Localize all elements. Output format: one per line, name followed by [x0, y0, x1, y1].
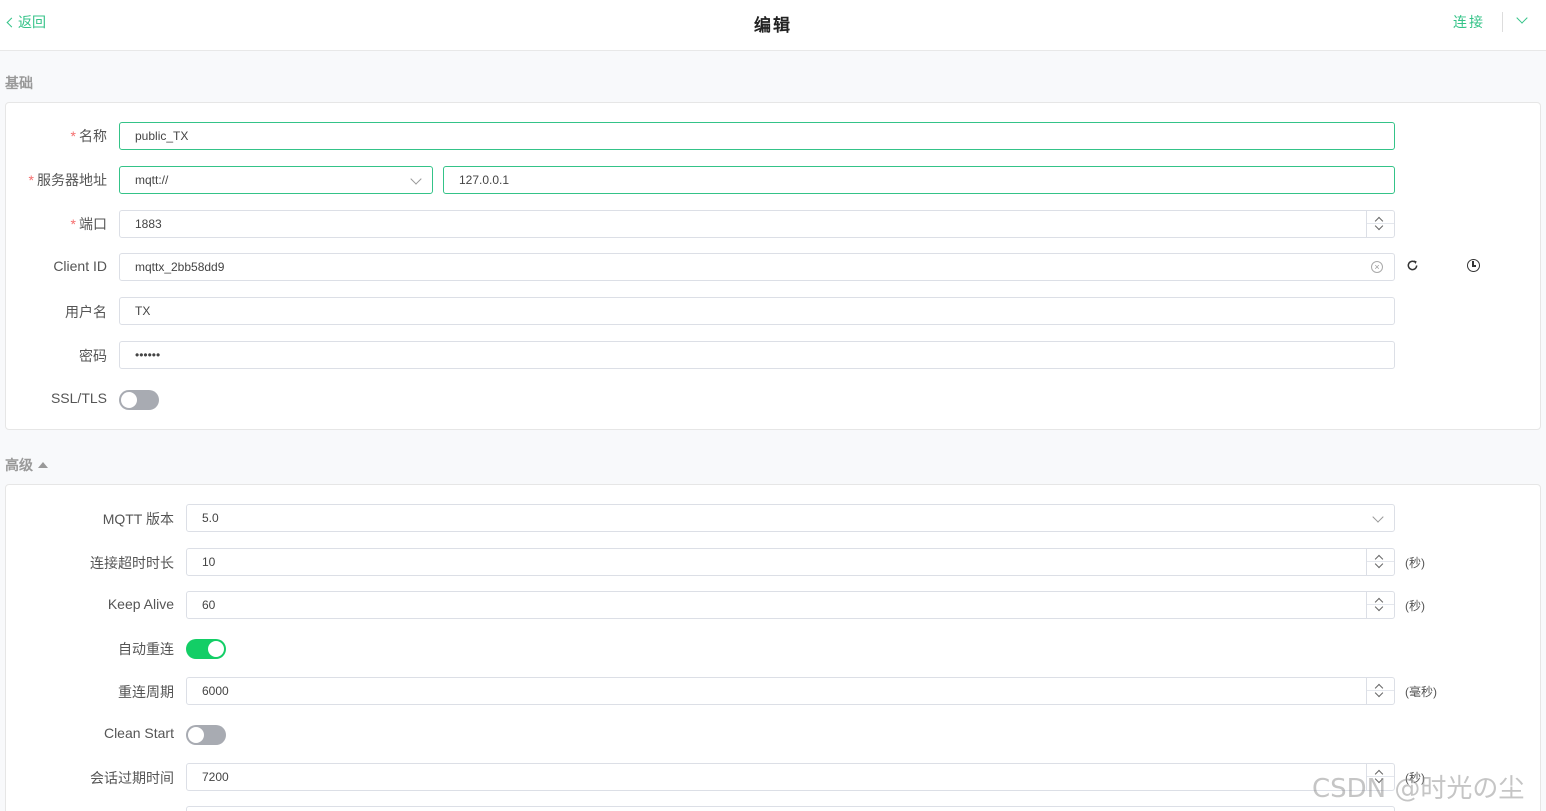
- password-input[interactable]: ••••••: [119, 341, 1395, 369]
- connect-timeout-label: 连接超时时长: [90, 555, 174, 571]
- session-expiry-value: 7200: [202, 770, 229, 784]
- mqtt-version-label: MQTT 版本: [102, 511, 174, 527]
- reconnect-period-unit: (毫秒): [1405, 685, 1437, 699]
- required-mark: *: [70, 216, 76, 232]
- mqtt-version-value: 5.0: [202, 511, 219, 525]
- chevron-down-icon: [410, 173, 422, 185]
- auto-reconnect-label: 自动重连: [118, 641, 174, 657]
- keep-alive-stepper[interactable]: [1366, 592, 1394, 618]
- reconnect-period-stepper[interactable]: [1366, 678, 1394, 704]
- port-stepper[interactable]: [1366, 211, 1394, 237]
- connect-timeout-value: 10: [202, 555, 216, 569]
- section-title-basic: 基础: [5, 75, 33, 91]
- port-input[interactable]: 1883: [119, 210, 1395, 238]
- connect-button[interactable]: 连接: [1453, 12, 1485, 32]
- name-input[interactable]: public_TX: [119, 122, 1395, 150]
- client-id-input[interactable]: mqttx_2bb58dd9 ×: [119, 253, 1395, 281]
- auto-reconnect-toggle[interactable]: [186, 639, 226, 659]
- clock-icon[interactable]: [1467, 259, 1480, 272]
- connect-timeout-input[interactable]: 10: [186, 548, 1395, 576]
- required-mark: *: [70, 128, 76, 144]
- toggle-knob: [208, 641, 224, 657]
- username-label: 用户名: [65, 304, 107, 320]
- page-title: 编辑: [754, 16, 792, 35]
- collapse-arrow-icon[interactable]: [38, 462, 48, 468]
- port-value: 1883: [135, 217, 162, 231]
- keep-alive-value: 60: [202, 598, 216, 612]
- chevron-down-icon: [1372, 511, 1384, 523]
- keep-alive-label: Keep Alive: [107, 596, 174, 612]
- connect-timeout-stepper[interactable]: [1366, 549, 1394, 575]
- reconnect-period-input[interactable]: 6000: [186, 677, 1395, 705]
- protocol-value: mqtt://: [135, 173, 169, 187]
- port-label: * 端口: [70, 216, 107, 232]
- clean-start-toggle[interactable]: [186, 725, 226, 745]
- password-label: 密码: [79, 348, 107, 364]
- name-label: * 名称: [70, 128, 107, 144]
- host-input[interactable]: 127.0.0.1: [443, 166, 1395, 194]
- ssl-label: SSL/TLS: [50, 390, 107, 406]
- advanced-card: [5, 484, 1541, 811]
- toggle-knob: [121, 392, 137, 408]
- keep-alive-unit: (秒): [1405, 599, 1425, 613]
- reconnect-period-value: 6000: [202, 684, 229, 698]
- reconnect-period-label: 重连周期: [118, 684, 174, 700]
- client-id-label: Client ID: [53, 258, 107, 274]
- protocol-select[interactable]: mqtt://: [119, 166, 433, 194]
- next-field-input[interactable]: [186, 806, 1395, 811]
- refresh-icon[interactable]: [1406, 259, 1419, 272]
- server-label: * 服务器地址: [28, 172, 107, 188]
- toggle-knob: [188, 727, 204, 743]
- required-mark: *: [28, 172, 34, 188]
- username-input[interactable]: TX: [119, 297, 1395, 325]
- divider: [1502, 12, 1503, 32]
- client-id-value: mqttx_2bb58dd9: [135, 260, 225, 274]
- mqtt-version-select[interactable]: 5.0: [186, 504, 1395, 532]
- watermark: CSDN @时光の尘: [1312, 774, 1525, 804]
- section-title-advanced: 高级: [5, 455, 48, 475]
- clear-icon[interactable]: ×: [1371, 261, 1383, 273]
- session-expiry-input[interactable]: 7200: [186, 763, 1395, 791]
- connect-timeout-unit: (秒): [1405, 556, 1425, 570]
- clean-start-label: Clean Start: [103, 725, 174, 741]
- top-bar: 返回 编辑 连接: [0, 0, 1546, 51]
- session-expiry-label: 会话过期时间: [90, 770, 174, 786]
- ssl-toggle[interactable]: [119, 390, 159, 410]
- keep-alive-input[interactable]: 60: [186, 591, 1395, 619]
